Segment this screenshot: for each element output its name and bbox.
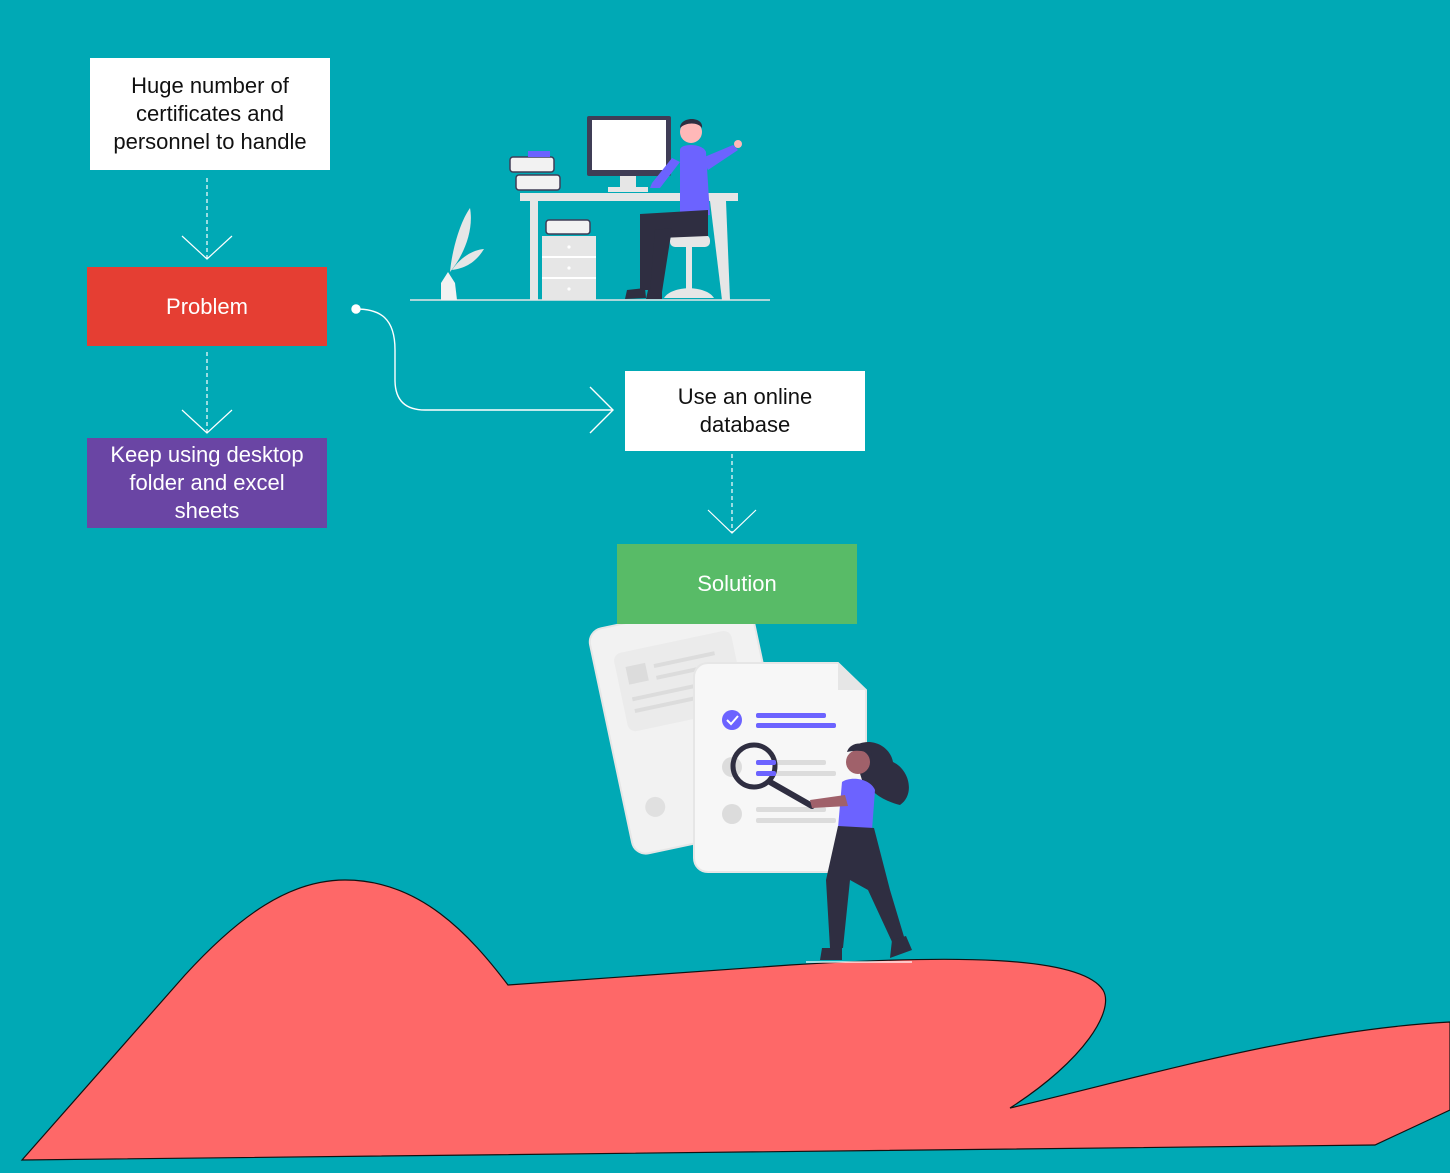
node-solution: Solution: [617, 544, 857, 624]
node-proposal: Use an online database: [625, 371, 865, 451]
node-cause: Huge number of certificates and personne…: [90, 58, 330, 170]
node-alternative: Keep using desktop folder and excel shee…: [87, 438, 327, 528]
node-solution-label: Solution: [697, 571, 777, 596]
node-problem-label: Problem: [166, 293, 248, 319]
node-problem: Problem: [87, 267, 327, 346]
node-cause-label: Huge number of certificates and personne…: [113, 73, 307, 154]
node-proposal-label: Use an online database: [677, 384, 813, 437]
node-alternative-label: Keep using desktop folder and excel shee…: [110, 442, 304, 523]
